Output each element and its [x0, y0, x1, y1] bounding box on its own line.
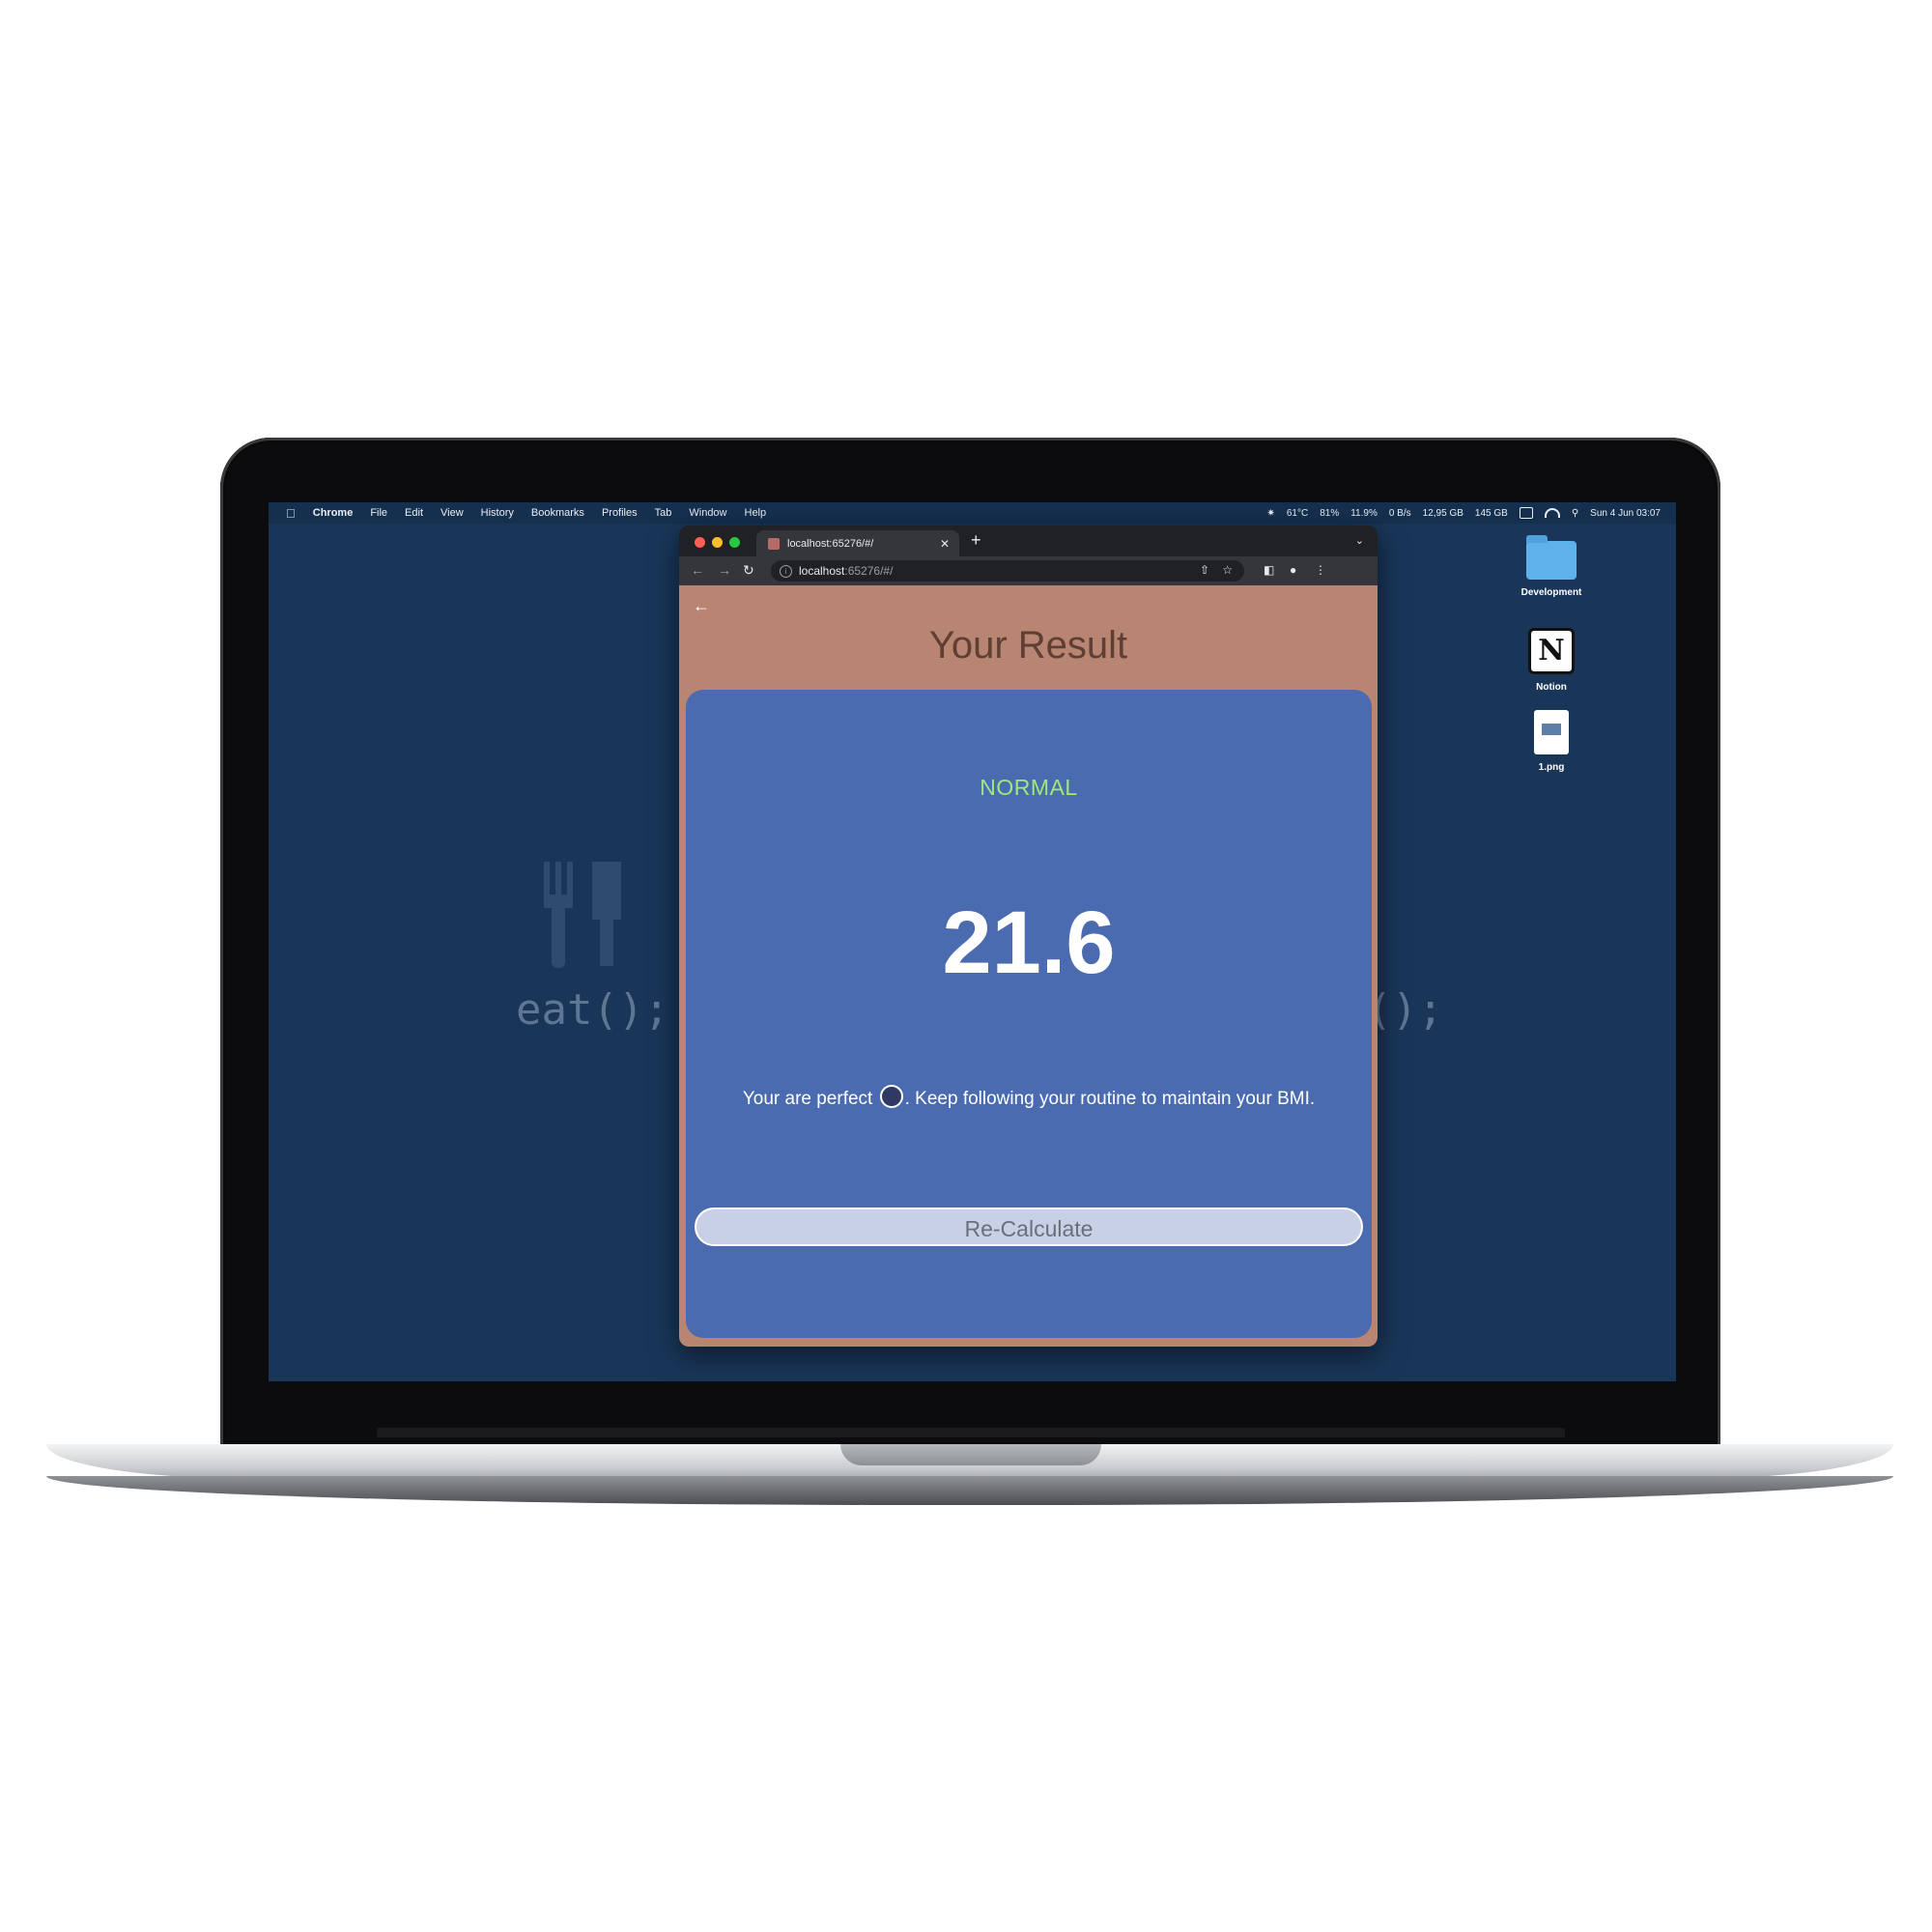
result-card: NORMAL 21.6 Your are perfect . Keep foll…: [686, 690, 1372, 1338]
url-host: localhost: [799, 564, 845, 578]
spotlight-icon[interactable]: ⚲: [1572, 508, 1578, 519]
disk-readout[interactable]: 145 GB: [1475, 508, 1508, 519]
page-title: Your Result: [928, 624, 1128, 667]
close-tab-icon[interactable]: ✕: [940, 537, 950, 551]
menu-view[interactable]: View: [440, 507, 464, 519]
menu-history[interactable]: History: [481, 507, 514, 519]
bmi-value: 21.6: [942, 894, 1116, 992]
battery-icon[interactable]: [1519, 507, 1533, 519]
desktop-icon-png[interactable]: 1.png: [1508, 710, 1595, 773]
menu-help[interactable]: Help: [745, 507, 767, 519]
menu-bar:  Chrome File Edit View History Bookmark…: [269, 502, 1676, 524]
forward-nav-icon[interactable]: →: [718, 562, 731, 578]
desktop-icon-label: 1.png: [1538, 762, 1565, 773]
back-arrow-icon[interactable]: ←: [693, 596, 710, 616]
datetime[interactable]: Sun 4 Jun 03:07: [1590, 508, 1661, 519]
tab-title: localhost:65276/#/: [787, 537, 874, 550]
wallpaper-code-left: eat();: [516, 985, 669, 1035]
more-menu-icon[interactable]: ⋮: [1315, 563, 1326, 577]
menu-edit[interactable]: Edit: [405, 507, 423, 519]
message-part-2: . Keep following your routine to maintai…: [904, 1089, 1316, 1109]
share-icon[interactable]: ⇧: [1200, 563, 1209, 577]
net-up-readout[interactable]: 0 B/s: [1389, 508, 1411, 519]
profile-icon[interactable]: ●: [1290, 563, 1296, 577]
desktop-icon-label: Notion: [1536, 682, 1567, 693]
screen:  Chrome File Edit View History Bookmark…: [269, 502, 1676, 1381]
url-path: :65276/#/: [844, 564, 894, 578]
gpu-readout[interactable]: 11.9%: [1350, 508, 1378, 519]
png-file-icon: [1534, 710, 1569, 754]
tab-strip: localhost:65276/#/ ✕ + ⌄: [679, 526, 1378, 556]
temp-readout[interactable]: 61°C: [1287, 508, 1308, 519]
close-window-icon[interactable]: [695, 537, 705, 548]
folder-icon: [1526, 535, 1577, 580]
app-content: ← Your Result NORMAL 21.6 Your are perfe…: [679, 585, 1378, 1347]
menu-profiles[interactable]: Profiles: [602, 507, 638, 519]
browser-toolbar: ← → ↻ i localhost:65276/#/ ⇧ ☆ ◧ ● ⋮: [679, 556, 1378, 585]
favicon-icon: [768, 537, 780, 550]
tab-search-chevron-icon[interactable]: ⌄: [1355, 534, 1364, 547]
result-message: Your are perfect . Keep following your r…: [686, 1085, 1372, 1110]
desktop-icon-notion[interactable]: N Notion: [1508, 628, 1595, 693]
browser-window: localhost:65276/#/ ✕ + ⌄ ← → ↻ i localho…: [679, 526, 1378, 1347]
memory-readout[interactable]: 12,95 GB: [1423, 508, 1463, 519]
bmi-status-label: NORMAL: [980, 775, 1078, 800]
browser-tab[interactable]: localhost:65276/#/ ✕: [756, 530, 959, 556]
notion-icon: N: [1528, 628, 1575, 674]
cpu-readout[interactable]: 81%: [1320, 508, 1339, 519]
zoom-window-icon[interactable]: [729, 537, 740, 548]
laptop-hinge: [377, 1428, 1565, 1437]
menu-file[interactable]: File: [370, 507, 387, 519]
minimize-window-icon[interactable]: [712, 537, 723, 548]
desktop-icon-label: Development: [1520, 587, 1582, 598]
fork-knife-icon: [544, 862, 621, 968]
reload-icon[interactable]: ↻: [743, 562, 754, 579]
menu-bookmarks[interactable]: Bookmarks: [531, 507, 584, 519]
desktop-icon-development[interactable]: Development: [1508, 535, 1595, 598]
side-panel-icon[interactable]: ◧: [1264, 563, 1274, 577]
back-nav-icon[interactable]: ←: [691, 562, 704, 578]
wifi-icon[interactable]: [1544, 508, 1560, 518]
fan-icon[interactable]: ✷: [1266, 508, 1274, 519]
apple-menu-icon[interactable]: : [286, 506, 296, 521]
laptop-notch: [840, 1444, 1101, 1465]
new-tab-icon[interactable]: +: [971, 530, 981, 551]
menu-app-name[interactable]: Chrome: [313, 507, 354, 519]
status-area: ✷ 61°C 81% 11.9% 0 B/s 12,95 GB 145 GB ⚲…: [1266, 502, 1661, 524]
message-part-1: Your are perfect: [742, 1089, 873, 1109]
address-bar[interactable]: i localhost:65276/#/ ⇧ ☆: [771, 560, 1244, 582]
site-info-icon[interactable]: i: [780, 564, 792, 578]
menu-tab[interactable]: Tab: [655, 507, 672, 519]
recalculate-button[interactable]: Re-Calculate: [695, 1208, 1363, 1246]
laptop-base-edge: [46, 1476, 1893, 1505]
bookmark-star-icon[interactable]: ☆: [1222, 563, 1233, 577]
menu-window[interactable]: Window: [689, 507, 726, 519]
star-struck-emoji-icon: [879, 1085, 903, 1108]
